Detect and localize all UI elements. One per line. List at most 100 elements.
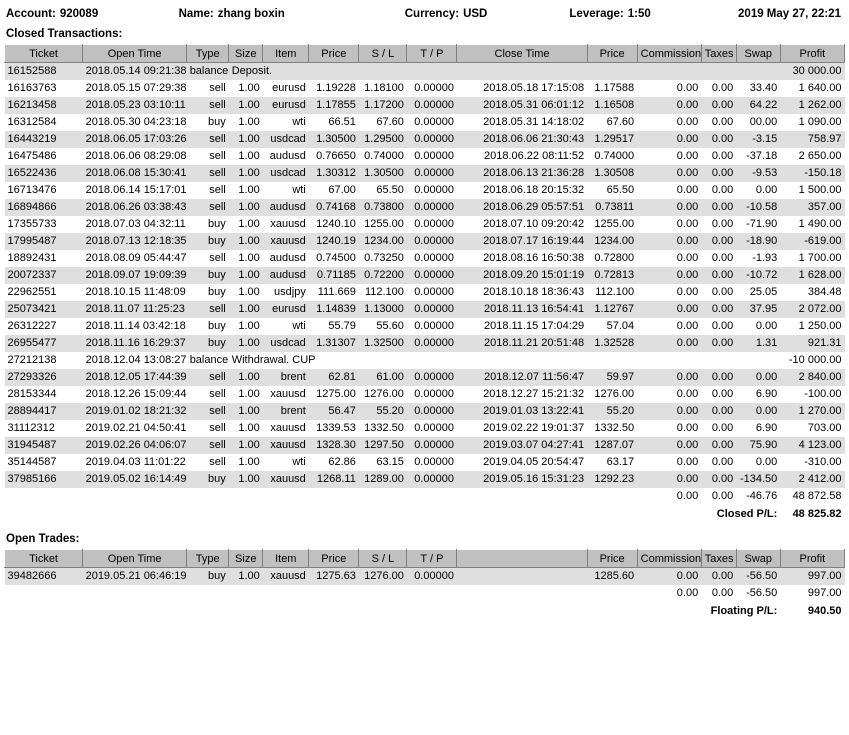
- table-row[interactable]: 37985166 2019.05.02 16:14:49 buy 1.00 xauusd…: [4, 471, 845, 488]
- table-row[interactable]: 25073421 2018.11.07 11:25:23 sell 1.00 eurus…: [4, 301, 845, 318]
- open-col-header-current-price[interactable]: Price: [586, 549, 638, 568]
- cell-profit: 4 123.00: [780, 437, 845, 454]
- table-row[interactable]: 31112312 2019.02.21 04:50:41 sell 1.00 xauus…: [4, 420, 845, 437]
- table-row[interactable]: 16163763 2018.05.15 07:29:38 sell 1.00 eurus…: [4, 80, 845, 97]
- col-header-sl[interactable]: S / L: [358, 44, 408, 63]
- open-col-header-taxes[interactable]: Taxes: [700, 549, 737, 568]
- table-row[interactable]: 16475486 2018.06.06 08:29:08 sell 1.00 audus…: [4, 148, 845, 165]
- open-col-header-swap[interactable]: Swap: [735, 549, 781, 568]
- open-col-header-size[interactable]: Size: [228, 549, 264, 568]
- cell-type: buy: [186, 318, 229, 335]
- cell-open-price: 111.669: [308, 284, 359, 301]
- cell-swap: 0.00: [736, 369, 781, 386]
- cell-stop-loss: 0.72200: [358, 267, 407, 284]
- table-row[interactable]: 16522436 2018.06.08 15:30:41 sell 1.00 usdca…: [4, 165, 845, 182]
- cell-open-price: 1240.10: [308, 216, 359, 233]
- table-row[interactable]: 16152588 2018.05.14 09:21:38 balance Deposi…: [4, 62, 845, 80]
- cell-take-profit: 0.00000: [406, 182, 457, 199]
- col-header-commission[interactable]: Commission: [636, 44, 702, 63]
- open-col-header-sl[interactable]: S / L: [358, 549, 408, 568]
- cell-open-time: 2018.05.23 03:10:11: [82, 97, 187, 114]
- open-col-header-item[interactable]: Item: [262, 549, 310, 568]
- table-row[interactable]: 26312227 2018.11.14 03:42:18 buy 1.00 wti 55.…: [4, 318, 845, 335]
- cell-close-price: 1.17588: [587, 80, 638, 97]
- col-header-close-price[interactable]: Price: [586, 44, 638, 63]
- table-row[interactable]: 35144587 2019.04.03 11:01:22 sell 1.00 wti 62…: [4, 454, 845, 471]
- col-header-close-time[interactable]: Close Time: [456, 44, 588, 63]
- cell-close-time: 2018.11.15 17:04:29: [456, 318, 588, 335]
- cell-item: xauusd: [262, 216, 309, 233]
- cell-close-price: 1285.60: [587, 567, 638, 585]
- cell-take-profit: 0.00000: [406, 454, 457, 471]
- cell-open-price: 1.19228: [308, 80, 359, 97]
- cell-size: 1.00: [228, 148, 263, 165]
- cell-ticket: 17995487: [4, 233, 83, 250]
- cell-swap: -1.93: [736, 250, 781, 267]
- table-row[interactable]: 17995487 2018.07.13 12:18:35 buy 1.00 xauusd…: [4, 233, 845, 250]
- table-row[interactable]: 31945487 2019.02.26 04:06:07 sell 1.00 xauus…: [4, 437, 845, 454]
- table-row[interactable]: 27212138 2018.12.04 13:08:27 balance Withdr…: [4, 352, 845, 369]
- open-col-header-blank[interactable]: [456, 549, 588, 568]
- table-row[interactable]: 16894866 2018.06.26 03:38:43 sell 1.00 audus…: [4, 199, 845, 216]
- open-col-header-tp[interactable]: T / P: [406, 549, 458, 568]
- cell-open-time: 2019.05.21 06:46:19: [82, 567, 187, 585]
- cell-item: xauusd: [262, 386, 309, 403]
- table-row[interactable]: 22962551 2018.10.15 11:48:09 buy 1.00 usdjpy…: [4, 284, 845, 301]
- cell-close-time: 2018.11.21 20:51:48: [456, 335, 588, 352]
- cell-swap: 0.00: [736, 454, 781, 471]
- col-header-size[interactable]: Size: [228, 44, 264, 63]
- table-row[interactable]: 16443219 2018.06.05 17:03:26 sell 1.00 usdca…: [4, 131, 845, 148]
- col-header-tp[interactable]: T / P: [406, 44, 458, 63]
- col-header-open-time[interactable]: Open Time: [82, 44, 188, 63]
- open-col-header-type[interactable]: Type: [186, 549, 230, 568]
- col-header-type[interactable]: Type: [186, 44, 230, 63]
- open-col-header-commission[interactable]: Commission: [636, 549, 702, 568]
- open-col-header-price[interactable]: Price: [308, 549, 360, 568]
- subtotal-profit: 48 872.58: [780, 488, 845, 505]
- col-header-price[interactable]: Price: [308, 44, 360, 63]
- table-row[interactable]: 16213458 2018.05.23 03:10:11 sell 1.00 eurus…: [4, 97, 845, 114]
- cell-item: usdjpy: [262, 284, 309, 301]
- table-row[interactable]: 16312584 2018.05.30 04:23:18 buy 1.00 wti 66.…: [4, 114, 845, 131]
- cell-close-time: 2018.05.31 06:01:12: [456, 97, 588, 114]
- col-header-swap[interactable]: Swap: [735, 44, 781, 63]
- cell-stop-loss: 1255.00: [358, 216, 407, 233]
- col-header-ticket[interactable]: Ticket: [3, 44, 84, 63]
- cell-stop-loss: 1276.00: [358, 386, 407, 403]
- cell-stop-loss: 61.00: [358, 369, 407, 386]
- cell-profit: 921.31: [780, 335, 845, 352]
- col-header-item[interactable]: Item: [262, 44, 310, 63]
- cell-close-time: 2019.03.07 04:27:41: [456, 437, 588, 454]
- table-row[interactable]: 20072337 2018.09.07 19:09:39 buy 1.00 audusd…: [4, 267, 845, 284]
- cell-ticket: 39482666: [4, 567, 83, 585]
- cell-item: xauusd: [262, 437, 309, 454]
- col-header-taxes[interactable]: Taxes: [700, 44, 737, 63]
- open-col-header-ticket[interactable]: Ticket: [3, 549, 84, 568]
- table-row[interactable]: 39482666 2019.05.21 06:46:19 buy 1.00 xauusd…: [4, 567, 845, 585]
- cell-commission: 0.00: [637, 114, 702, 131]
- cell-profit: -100.00: [780, 386, 845, 403]
- table-row[interactable]: 18892431 2018.08.09 05:44:47 sell 1.00 audus…: [4, 250, 845, 267]
- cell-commission: 0.00: [637, 318, 702, 335]
- cell-taxes: 0.00: [701, 267, 737, 284]
- cell-swap: 64.22: [736, 97, 781, 114]
- table-row[interactable]: 28894417 2019.01.02 18:21:32 sell 1.00 brent…: [4, 403, 845, 420]
- cell-take-profit: 0.00000: [406, 216, 457, 233]
- open-col-header-profit[interactable]: Profit: [779, 549, 846, 568]
- cell-item: eurusd: [262, 80, 309, 97]
- cell-open-time: 2018.05.30 04:23:18: [82, 114, 187, 131]
- cell-item: brent: [262, 369, 309, 386]
- table-row[interactable]: 16713476 2018.06.14 15:17:01 sell 1.00 wti 67…: [4, 182, 845, 199]
- col-header-profit[interactable]: Profit: [779, 44, 846, 63]
- table-row[interactable]: 17355733 2018.07.03 04:32:11 buy 1.00 xauusd…: [4, 216, 845, 233]
- table-row[interactable]: 26955477 2018.11.16 16:29:37 buy 1.00 usdcad…: [4, 335, 845, 352]
- cell-take-profit: 0.00000: [406, 318, 457, 335]
- cell-size: 1.00: [228, 301, 263, 318]
- cell-close-price: 57.04: [587, 318, 638, 335]
- table-row[interactable]: 27293326 2018.12.05 17:44:39 sell 1.00 brent…: [4, 369, 845, 386]
- cell-ticket: 25073421: [4, 301, 83, 318]
- cell-close-price: 0.74000: [587, 148, 638, 165]
- cell-taxes: 0.00: [701, 148, 737, 165]
- open-col-header-open-time[interactable]: Open Time: [82, 549, 188, 568]
- table-row[interactable]: 28153344 2018.12.26 15:09:44 sell 1.00 xauus…: [4, 386, 845, 403]
